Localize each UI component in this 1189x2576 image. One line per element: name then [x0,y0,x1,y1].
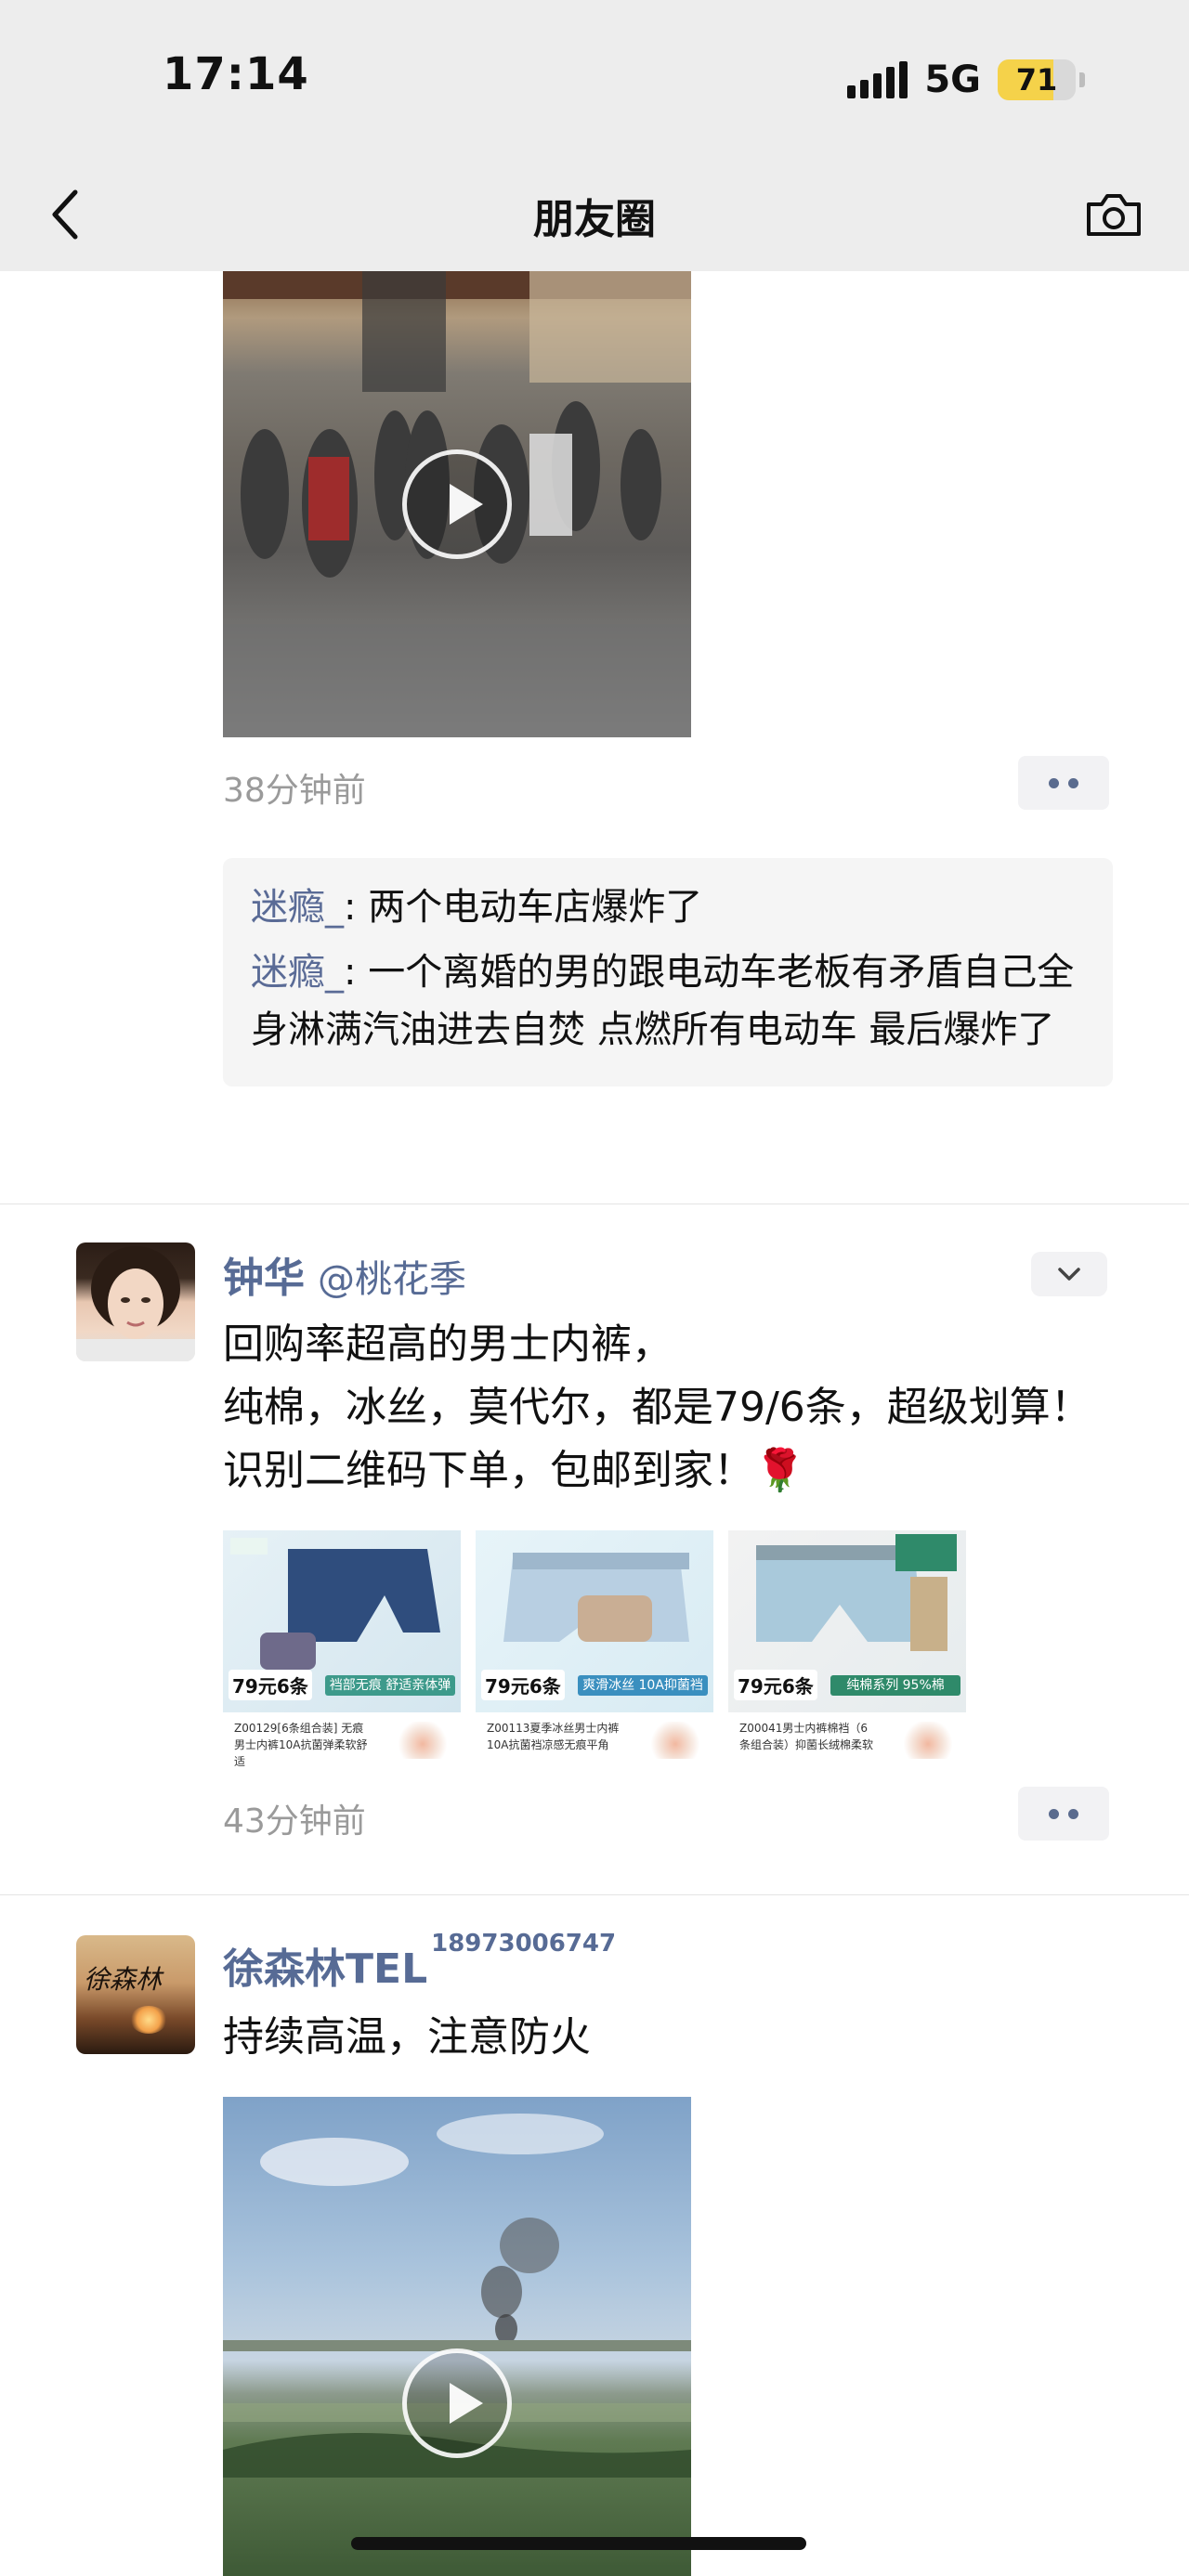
nav-bar: 朋友圈 [0,158,1189,271]
chevron-down-icon [1058,1268,1080,1281]
avatar-photo [76,1246,195,1361]
dot-icon [1049,777,1059,788]
network-type: 5G [924,59,981,101]
battery-icon: 71 [998,59,1076,100]
product-photo: 79元6条 爽滑冰丝 10A抑菌裆 [476,1530,713,1712]
play-icon[interactable] [402,449,512,559]
comment-box: 迷瘾_: 两个电动车店爆炸了 迷瘾_: 一个离婚的男的跟电动车老板有矛盾自己全身… [223,858,1113,1086]
camera-button[interactable] [1081,184,1146,245]
comment-text: : 两个电动车店爆炸了 [344,886,703,929]
avatar[interactable] [76,1242,195,1361]
product-caption: Z00113夏季冰丝男士内裤10A抗菌裆凉感无痕平角 [487,1722,620,1751]
page-title: 朋友圈 [533,196,656,243]
dot-icon [1068,1808,1078,1819]
comment-item[interactable]: 迷瘾_: 一个离婚的男的跟电动车老板有矛盾自己全身淋满汽油进去自焚 点燃所有电动… [251,943,1085,1059]
post-image[interactable]: 79元6条 爽滑冰丝 10A抑菌裆 Z00113夏季冰丝男士内裤10A抗菌裆凉感… [476,1530,713,1768]
post-text-line: 回购率超高的男士内裤， [223,1321,673,1368]
product-caption: Z00041男士内裤棉裆（6条组合装）抑菌长绒棉柔软 [739,1722,874,1751]
avatar-text: 徐森林 [84,1964,163,1995]
dot-icon [1049,1808,1059,1819]
more-actions-button[interactable] [1018,756,1109,810]
qr-logo-icon [396,1722,450,1759]
price-badge: 79元6条 [734,1670,817,1700]
post-divider [0,1203,1189,1204]
avatar-glow [130,2006,167,2034]
product-tag: 裆部无痕 舒适亲体弹 [325,1675,455,1696]
post-text: 回购率超高的男士内裤， 纯棉，冰丝，莫代尔，都是79/6条，超级划算！识别二维码… [223,1313,1115,1503]
home-indicator[interactable] [351,2537,806,2550]
post-video[interactable] [223,2097,691,2576]
price-badge: 79元6条 [481,1670,565,1700]
post-video[interactable] [223,271,691,737]
post-divider [0,1894,1189,1895]
author-name[interactable]: 徐森林TEL [223,1945,427,1993]
comment-item[interactable]: 迷瘾_: 两个电动车店爆炸了 [251,878,1085,936]
collapse-button[interactable] [1031,1252,1107,1296]
video-thumbnail [223,2114,691,2478]
qr-logo-icon [648,1722,702,1759]
post-text-line: 纯棉，冰丝，莫代尔，都是79/6条，超级划算！识别二维码下单，包邮到家！🌹 [223,1384,1091,1494]
status-bar: 17:14 5G 71 [0,0,1189,158]
dot-icon [1068,777,1078,788]
mention-link[interactable]: @桃花季 [318,1258,466,1301]
author-phone: 18973006747 [431,1930,617,1958]
post-image[interactable]: 79元6条 裆部无痕 舒适亲体弹 Z00129[6条组合装] 无痕男士内裤10A… [223,1530,461,1768]
more-actions-button[interactable] [1018,1787,1109,1841]
camera-icon [1087,194,1141,236]
comment-author[interactable]: 迷瘾_ [251,886,344,929]
signal-icon [847,61,908,98]
author-name[interactable]: 钟华 [223,1255,305,1302]
post-text: 持续高温，注意防火 [223,2013,591,2061]
comment-text: : 一个离婚的男的跟电动车老板有矛盾自己全身淋满汽油进去自焚 点燃所有电动车 最… [251,951,1075,1051]
product-photo: 79元6条 裆部无痕 舒适亲体弹 [223,1530,461,1712]
battery-tip [1079,72,1085,87]
status-indicators: 5G 71 [847,56,1085,104]
product-caption: Z00129[6条组合装] 无痕男士内裤10A抗菌弹柔软舒适 [234,1722,368,1768]
avatar[interactable]: 徐森林 [76,1935,195,2054]
post-author: 钟华 @桃花季 [223,1244,466,1304]
moments-feed[interactable]: 38分钟前 迷瘾_: 两个电动车店爆炸了 迷瘾_: 一个离婚的男的跟电动车老板有… [0,271,1189,2576]
post-timestamp: 43分钟前 [223,1802,366,1841]
comment-author[interactable]: 迷瘾_ [251,951,344,994]
qr-logo-icon [901,1722,955,1759]
play-icon[interactable] [402,2348,512,2458]
product-tag: 纯棉系列 95%棉 [830,1675,960,1696]
post-timestamp: 38分钟前 [223,772,366,810]
product-photo: 79元6条 纯棉系列 95%棉 [728,1530,966,1712]
post-image[interactable]: 79元6条 纯棉系列 95%棉 Z00041男士内裤棉裆（6条组合装）抑菌长绒棉… [728,1530,966,1768]
battery-percent: 71 [1015,62,1058,98]
post-author: 徐森林TEL18973006747 [223,1930,616,1995]
status-time: 17:14 [163,48,309,100]
product-tag: 爽滑冰丝 10A抑菌裆 [578,1675,708,1696]
price-badge: 79元6条 [229,1670,312,1700]
